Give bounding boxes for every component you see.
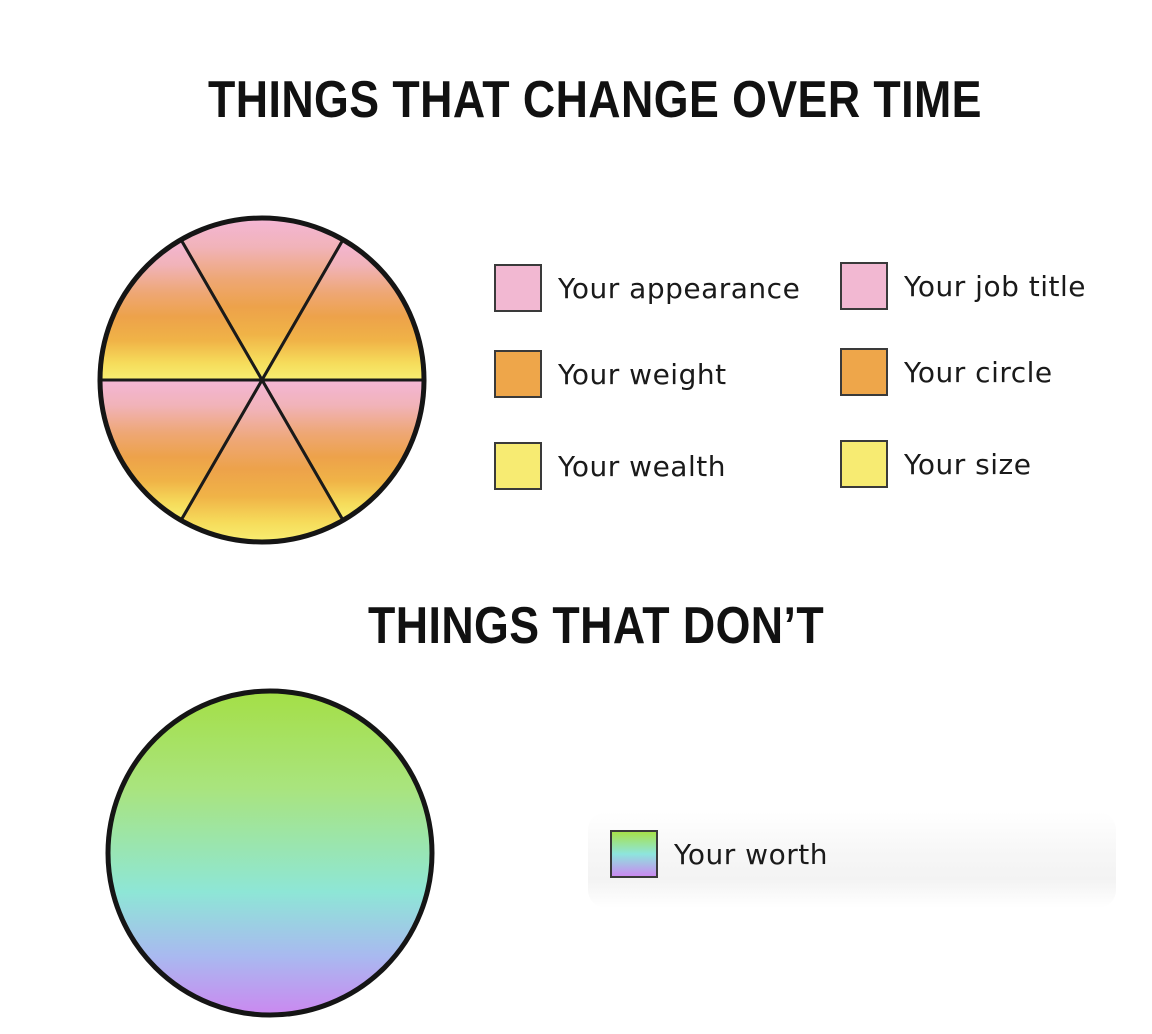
- legend-swatch: [840, 348, 888, 396]
- legend-label: Your wealth: [558, 449, 726, 483]
- legend-item-appearance: Your appearance: [494, 262, 800, 314]
- legend-swatch: [494, 264, 542, 312]
- legend-item-circle: Your circle: [840, 346, 1053, 398]
- legend-item-size: Your size: [840, 438, 1031, 490]
- legend-label: Your job title: [904, 269, 1086, 303]
- legend-item-worth: Your worth: [610, 828, 828, 880]
- legend-item-weight: Your weight: [494, 348, 727, 400]
- legend-item-wealth: Your wealth: [494, 440, 726, 492]
- legend-swatch: [494, 350, 542, 398]
- legend-swatch: [840, 440, 888, 488]
- legend-label: Your weight: [558, 357, 727, 391]
- legend-swatch: [610, 830, 658, 878]
- legend-label: Your size: [904, 447, 1032, 481]
- chart-2-title: THINGS THAT DON’T: [368, 597, 825, 655]
- pie-slice-your-worth: [105, 688, 435, 1018]
- legend-label: Your circle: [904, 355, 1053, 389]
- legend-label: Your appearance: [558, 271, 801, 305]
- legend-label: Your worth: [674, 837, 828, 871]
- legend-swatch: [840, 262, 888, 310]
- legend-item-job-title: Your job title: [840, 260, 1086, 312]
- legend-swatch: [494, 442, 542, 490]
